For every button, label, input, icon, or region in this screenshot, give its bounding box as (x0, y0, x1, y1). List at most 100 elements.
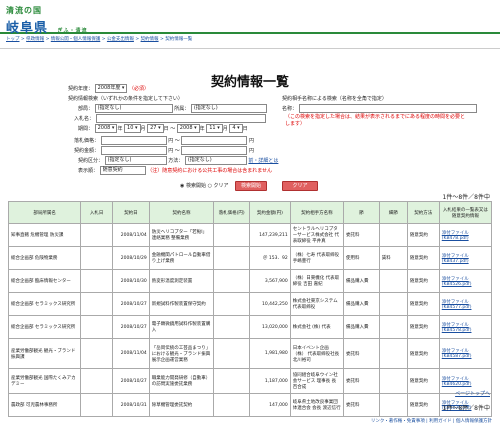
footer-links[interactable]: リンク・著作権・免責事項 | 利用ガイド | 個人情報保護方針 (371, 418, 492, 424)
breadcrumb-item[interactable]: トップ (6, 37, 20, 42)
table-cell[interactable]: 添付ファイル(KB437.pdf) (438, 246, 493, 270)
table-cell: 委託料 (343, 223, 380, 247)
search-clear-button[interactable]: クリア (282, 181, 318, 191)
table-cell: 岐阜県土地改良事業団体連合会 会長 渡辺信行 (289, 393, 345, 417)
table-cell (80, 292, 113, 316)
table-cell: 農政部 可児農林事務所 (7, 393, 82, 417)
method-select[interactable]: (指定なし) (184, 156, 247, 165)
col-header: 契約日 (112, 201, 150, 224)
col-header: 細節 (378, 201, 408, 224)
display-order-select[interactable]: 随意契約 (99, 166, 146, 175)
date-to-month[interactable]: 11 ▾ (206, 124, 223, 133)
table-cell: 委託料 (343, 393, 380, 417)
table-cell: 2008/11/04 (112, 338, 150, 369)
table-cell (378, 368, 408, 394)
table-cell (378, 393, 408, 417)
breadcrumb-item[interactable]: 公金支出情報 (107, 37, 134, 42)
result-count-top: 1件～8件／8件中 (442, 194, 490, 201)
table-cell[interactable]: 添付ファイル(KB4577.pdf) (438, 292, 493, 316)
table-cell: 備品購入費 (343, 315, 380, 339)
search-start-button[interactable]: 検索開始 (235, 181, 267, 191)
start-radio-icon[interactable]: ◉ (180, 183, 184, 189)
table-cell (213, 368, 251, 394)
table-row: 総合企画部 臨床情報センター 2008/10/30 熱変形温度測定装置 3,567,9… (7, 269, 493, 293)
table-cell (213, 246, 251, 270)
table-cell: 防災ヘリコプター「若鮎Ⅰ」連絡業務 整備業務 (148, 223, 215, 247)
col-header: 部局所属名 (7, 201, 82, 224)
clear-radio-label: クリア (213, 183, 229, 189)
contract-name-input[interactable] (298, 104, 477, 113)
contract-amount-label: 契約金額： (74, 148, 100, 154)
table-cell: 産業労働部観光 国際たくみアカデミー (7, 368, 82, 394)
table-cell: 電子顕微鏡用試料作製装置購入 (148, 315, 215, 339)
col-header: 契約相手方名称 (289, 201, 345, 224)
page-top-link[interactable]: ページトップへ (455, 390, 490, 397)
name-search-note: （この検索を指定した場合は、結果が表示されるまでにある程度の時間を必要とします） (285, 114, 466, 127)
table-cell (213, 315, 251, 339)
search-detail-link[interactable]: 前・詳細とは (248, 158, 278, 164)
table-cell[interactable]: 添付ファイル(KB478.pdf) (438, 223, 493, 247)
table-row: 産業労働部観光 観光・ブランド振興課 2008/11/04 「岳岡伝統の工芸品まつり… (7, 338, 493, 369)
table-cell: 10,442,250 (249, 292, 291, 316)
table-cell: 2008/10/27 (112, 315, 150, 339)
table-cell: （株）七寿 代表取締役 手嶋豊行 (289, 246, 345, 270)
date-from-year[interactable]: 2008 ▾ (94, 124, 118, 133)
col-header: 契約金額(円) (249, 201, 291, 224)
table-cell: 随意契約 (406, 269, 440, 293)
contract-amount-from-input[interactable] (100, 146, 167, 155)
keyword-input[interactable] (95, 114, 266, 123)
table-cell: 新規試料作製装置保守契約 (148, 292, 215, 316)
table-cell (378, 223, 408, 247)
table-cell (213, 292, 251, 316)
amount-unit: 円 (249, 138, 255, 144)
table-cell: 備品購入費 (343, 292, 380, 316)
amount-from-input[interactable] (100, 136, 167, 145)
table-cell: 総合企画部 セラミックス研究所 (7, 292, 82, 316)
table-cell: 総合企画部 危険物業務 (7, 246, 82, 270)
date-from-month[interactable]: 10 ▾ (124, 124, 141, 133)
date-to-day[interactable]: 4 ▾ (229, 124, 243, 133)
table-row: 農政部 可児農林事務所 2008/10/31 除草機管理委託契約 147,000 岐阜県… (7, 393, 493, 417)
section-select[interactable]: (指定なし) (190, 104, 267, 113)
table-cell: 随意契約 (406, 393, 440, 417)
col-header: 契約名称 (148, 201, 215, 224)
table-cell[interactable]: 添付ファイル(KB4578.pdf) (438, 315, 493, 339)
contract-type-select[interactable]: (指定なし) (104, 156, 167, 165)
display-label: 表示順： (78, 168, 99, 174)
table-cell: ＠ 153．92 (249, 246, 291, 270)
contracts-table: 部局所属名 入札日 契約日 契約名称 落札価格(円) 契約金額(円) 契約相手方… (7, 201, 493, 417)
breadcrumb-item[interactable]: 契約情報 (141, 37, 159, 42)
site-header: 清流の国 岐阜県 ぎふ・清流 (0, 0, 500, 36)
breadcrumb-item[interactable]: 県政情報 (26, 37, 44, 42)
table-cell: 147,000 (249, 393, 291, 417)
date-from-day[interactable]: 27 ▾ (147, 124, 164, 133)
clear-radio-icon[interactable]: ○ (208, 183, 212, 189)
table-cell: 2008/10/27 (112, 292, 150, 316)
table-row: 知事直轄 危機管理 防災課 2008/11/04 防災ヘリコプター「若鮎Ⅰ」連絡業務… (7, 223, 493, 247)
table-cell: 1,187,000 (249, 368, 291, 394)
start-radio-label: 検索開始 (185, 183, 206, 189)
table-cell: 1,981,980 (249, 338, 291, 369)
date-to-year[interactable]: 2008 ▾ (176, 124, 200, 133)
table-cell: 2008/10/27 (112, 368, 150, 394)
table-row: 総合企画部 危険物業務 2008/10/29 金融機関パトロール自動車借り上げ業務 ＠… (7, 246, 493, 270)
fiscal-year-select[interactable]: 2008年度 ▾ (94, 84, 128, 93)
breadcrumb-item[interactable]: 情報公開・個人情報保護 (51, 37, 101, 42)
amount-to-input[interactable] (181, 136, 248, 145)
table-cell (378, 338, 408, 369)
contract-amount-to-input[interactable] (181, 146, 248, 155)
table-cell: 協同組合岐阜ウイン社会サービス 理事長 長 百合成 (289, 368, 345, 394)
dept-select[interactable]: (指定なし) (94, 104, 173, 113)
col-header: 契約方法 (406, 201, 440, 224)
table-cell[interactable]: 添付ファイル(KB4587.pdf) (438, 338, 493, 369)
table-cell[interactable]: 添付ファイル(KB4526.pdf) (438, 269, 493, 293)
dept-label: 部局： (78, 106, 94, 112)
table-cell: 随意契約 (406, 338, 440, 369)
breadcrumb-current: 契約情報一覧 (165, 37, 193, 42)
table-row: 産業労働部観光 国際たくみアカデミー 2008/10/27 職業能力開発研修（自動車… (7, 368, 493, 394)
table-cell: 総合企画部 臨床情報センター (7, 269, 82, 293)
logo-line1: 清流の国 (6, 6, 42, 15)
table-cell (213, 338, 251, 369)
site-logo[interactable]: 清流の国 岐阜県 ぎふ・清流 (6, 2, 88, 36)
table-cell: 委託料 (343, 338, 380, 369)
